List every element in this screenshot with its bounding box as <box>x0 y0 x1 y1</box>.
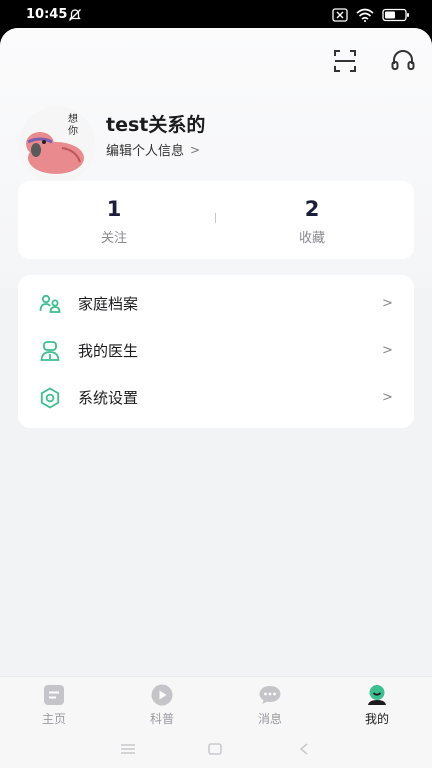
nav-messages[interactable]: 消息 <box>235 683 305 727</box>
stat-follow-label: 关注 <box>100 231 127 246</box>
menu-label-my-doctor: 我的医生 <box>78 342 139 360</box>
avatar-text-1: 想 <box>68 112 78 125</box>
sim-off-icon <box>332 8 348 22</box>
nav-science-label: 科普 <box>149 712 174 726</box>
headset-icon[interactable] <box>390 48 416 74</box>
menu-item-system-settings[interactable]: 系统设置 > <box>18 374 414 421</box>
wifi-icon <box>356 8 374 22</box>
nav-messages-label: 消息 <box>257 712 282 726</box>
menu-item-family-records[interactable]: 家庭档案 > <box>18 280 414 327</box>
scan-icon[interactable] <box>332 48 358 74</box>
menu-item-my-doctor[interactable]: 我的医生 > <box>18 327 414 374</box>
stat-favorites-count: 2 <box>304 197 320 221</box>
stat-follow[interactable]: 1 关注 <box>54 197 174 246</box>
avatar[interactable]: 想 你 <box>18 106 96 184</box>
chevron-right-icon: > <box>382 296 393 311</box>
chevron-right-icon: > <box>382 390 393 405</box>
status-time: 10:45 <box>26 7 68 22</box>
stats-card: 1 关注 2 收藏 <box>18 181 414 259</box>
mute-icon <box>69 9 81 21</box>
nav-science[interactable]: 科普 <box>127 683 197 727</box>
nav-me[interactable]: 我的 <box>342 683 412 727</box>
chevron-right-icon: > <box>382 343 393 358</box>
user-name: test关系的 <box>106 114 206 136</box>
chat-icon <box>259 686 281 704</box>
stat-favorites-label: 收藏 <box>298 231 325 246</box>
avatar-image: 想 你 <box>18 106 96 184</box>
edit-profile-link[interactable]: 编辑个人信息 > <box>106 140 201 160</box>
menu-card: 家庭档案 > 我的医生 > 系统设置 > <box>18 275 414 428</box>
stat-favorites[interactable]: 2 收藏 <box>252 197 372 246</box>
family-icon <box>39 294 61 313</box>
settings-icon <box>40 387 60 408</box>
back-icon[interactable] <box>298 743 310 755</box>
play-icon <box>151 684 173 706</box>
profile-icon <box>368 685 386 705</box>
nav-home[interactable]: 主页 <box>19 683 89 727</box>
avatar-text-2: 你 <box>68 124 78 137</box>
system-nav-bar <box>0 732 432 768</box>
menu-icon[interactable] <box>120 743 136 755</box>
nav-me-label: 我的 <box>364 712 389 726</box>
stats-divider <box>215 213 216 223</box>
home-icon <box>44 685 64 705</box>
battery-icon <box>382 8 409 22</box>
menu-label-system-settings: 系统设置 <box>78 389 139 407</box>
menu-label-family-records: 家庭档案 <box>78 295 139 313</box>
status-icons <box>332 8 410 22</box>
edit-profile-label: 编辑个人信息 <box>106 144 185 159</box>
stat-follow-count: 1 <box>106 197 122 221</box>
doctor-icon <box>40 340 60 361</box>
bottom-nav: 主页 科普 消息 我的 <box>0 676 432 732</box>
home-square-icon[interactable] <box>208 743 222 755</box>
profile-screen: 想 你 test关系的 编辑个人信息 > 1 关注 2 收藏 家庭档案 > 我的… <box>0 28 432 768</box>
chevron-right-icon: > <box>190 142 201 157</box>
nav-home-label: 主页 <box>41 712 66 726</box>
